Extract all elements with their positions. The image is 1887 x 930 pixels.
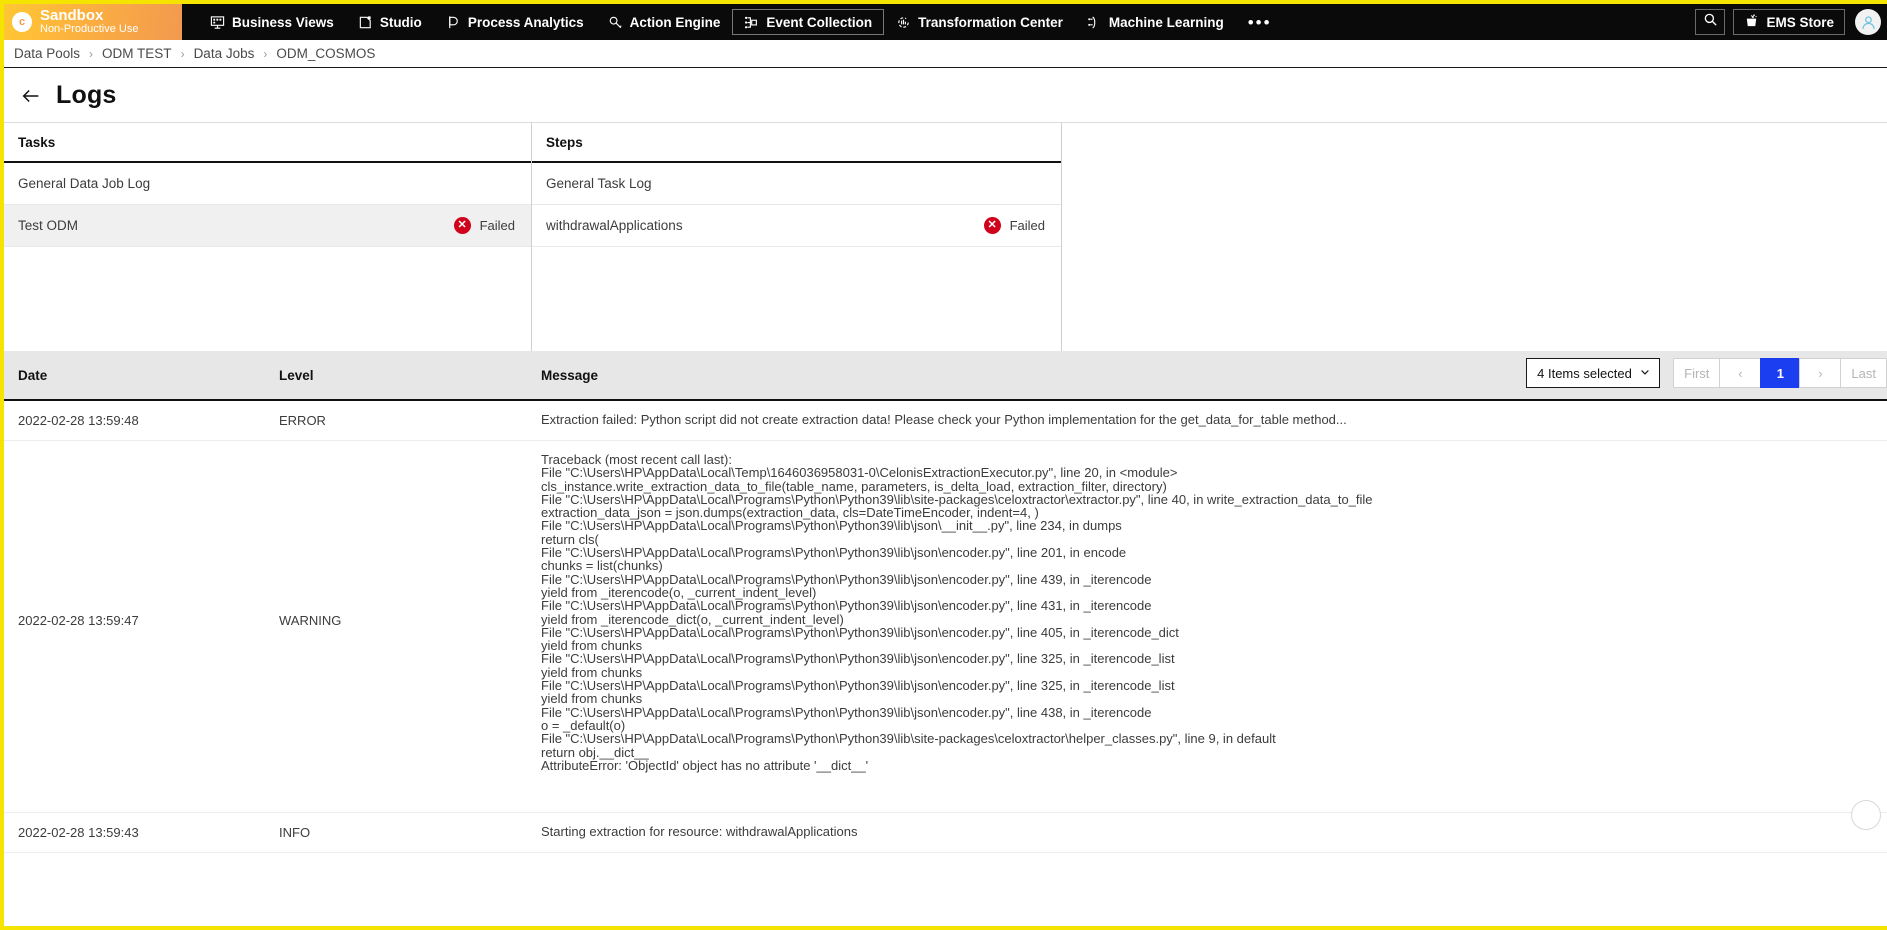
nav-right-cluster: EMS Store — [1695, 4, 1887, 40]
step-row-withdrawal-applications[interactable]: withdrawalApplications ✕ Failed — [532, 205, 1061, 247]
ems-store-button[interactable]: EMS Store — [1733, 9, 1845, 35]
search-icon — [1703, 12, 1718, 32]
nav-overflow-button[interactable]: ••• — [1236, 14, 1284, 31]
celonis-logo-icon: c — [12, 12, 32, 32]
status-label: Failed — [479, 218, 515, 233]
brand-title: Sandbox — [40, 7, 104, 25]
task-row-label: Test ODM — [18, 218, 79, 233]
breadcrumb-separator: › — [180, 46, 185, 61]
nav-item-event-collection[interactable]: Event Collection — [732, 9, 885, 35]
breadcrumb-item-data-pools[interactable]: Data Pools — [14, 46, 80, 61]
chevron-down-icon — [1639, 366, 1651, 381]
log-message: Starting extraction for resource: withdr… — [541, 824, 858, 839]
step-row-label: withdrawalApplications — [546, 218, 683, 233]
page-title: Logs — [56, 81, 117, 109]
nav-item-label: Event Collection — [766, 14, 873, 30]
nav-item-label: Business Views — [232, 14, 334, 30]
page-frame-left — [0, 0, 4, 930]
details-pane-empty — [1062, 123, 1887, 351]
log-level: ERROR — [279, 413, 326, 428]
breadcrumb-separator: › — [263, 46, 268, 61]
process-analytics-icon — [446, 15, 461, 30]
items-selected-value: 4 Items selected — [1537, 365, 1632, 381]
nav-item-process-analytics[interactable]: Process Analytics — [434, 9, 596, 35]
log-date: 2022-02-28 13:59:48 — [18, 413, 139, 428]
pagination-page-1-button[interactable]: 1 — [1760, 358, 1801, 388]
user-avatar[interactable] — [1855, 9, 1881, 35]
task-row-label: General Data Job Log — [18, 176, 151, 191]
page-frame-bottom — [0, 926, 1887, 930]
step-row-label: General Task Log — [546, 176, 652, 191]
status-label: Failed — [1009, 218, 1045, 233]
scroll-indicator[interactable] — [1851, 800, 1881, 830]
page-header: Logs — [4, 69, 1887, 123]
nav-item-label: Action Engine — [629, 14, 721, 30]
log-message: Traceback (most recent call last): File … — [541, 452, 1373, 773]
nav-item-business-views[interactable]: Business Views — [198, 9, 346, 35]
status-badge: ✕ Failed — [983, 217, 1045, 234]
page-frame-top — [0, 0, 1887, 4]
brand-subtitle: Non-Productive Use — [40, 23, 139, 36]
pagination-last-button[interactable]: Last — [1840, 358, 1887, 388]
task-row-test-odm[interactable]: Test ODM ✕ Failed — [4, 205, 531, 247]
breadcrumb-item-data-jobs[interactable]: Data Jobs — [194, 46, 255, 61]
top-navigation-bar: c Sandbox Non-Productive Use Business Vi… — [0, 4, 1887, 40]
log-date: 2022-02-28 13:59:43 — [18, 825, 139, 840]
arrow-left-icon[interactable] — [20, 85, 42, 107]
log-level: WARNING — [279, 613, 342, 628]
log-table-header: Date Level Message 4 Items selected Firs… — [4, 351, 1887, 401]
nav-item-label: Process Analytics — [467, 14, 584, 30]
items-selected-dropdown[interactable]: 4 Items selected — [1526, 358, 1661, 388]
pagination-first-button[interactable]: First — [1673, 358, 1721, 388]
log-message: Extraction failed: Python script did not… — [541, 412, 1347, 427]
nav-item-machine-learning[interactable]: Machine Learning — [1075, 9, 1236, 35]
pagination-controls: 4 Items selected First ‹ 1 › Last — [1526, 358, 1887, 388]
column-header-date[interactable]: Date — [4, 368, 279, 383]
ems-store-label: EMS Store — [1766, 14, 1834, 30]
nav-item-transformation-center[interactable]: Transformation Center — [884, 9, 1075, 35]
pagination-prev-button[interactable]: ‹ — [1719, 358, 1762, 388]
task-row-general-data-job-log[interactable]: General Data Job Log — [4, 163, 531, 205]
log-level: INFO — [279, 825, 311, 840]
failed-icon: ✕ — [983, 217, 1001, 234]
log-table: Date Level Message 4 Items selected Firs… — [4, 351, 1887, 926]
column-header-level[interactable]: Level — [279, 368, 541, 383]
step-row-general-task-log[interactable]: General Task Log — [532, 163, 1061, 205]
task-step-panes: Tasks General Data Job Log Test ODM ✕ Fa… — [4, 123, 1887, 351]
action-engine-icon — [608, 15, 623, 30]
nav-item-action-engine[interactable]: Action Engine — [596, 9, 733, 35]
log-date: 2022-02-28 13:59:47 — [18, 613, 139, 628]
failed-icon: ✕ — [453, 217, 471, 234]
nav-item-label: Machine Learning — [1108, 14, 1224, 30]
brand-sandbox-badge[interactable]: c Sandbox Non-Productive Use — [0, 4, 182, 40]
status-badge: ✕ Failed — [453, 217, 515, 234]
store-icon — [1744, 13, 1759, 31]
log-table-row[interactable]: 2022-02-28 13:59:47 WARNING Traceback (m… — [4, 441, 1887, 813]
studio-icon — [358, 15, 373, 30]
steps-pane: Steps General Task Log withdrawalApplica… — [532, 123, 1062, 351]
transformation-center-icon — [896, 15, 911, 30]
breadcrumb-item-odm-cosmos[interactable]: ODM_COSMOS — [276, 46, 375, 61]
machine-learning-icon — [1087, 15, 1102, 30]
steps-pane-header: Steps — [532, 123, 1061, 163]
pagination-next-button[interactable]: › — [1799, 358, 1842, 388]
breadcrumb-separator: › — [89, 46, 94, 61]
tasks-pane-header: Tasks — [4, 123, 531, 163]
nav-items: Business Views Studio Process Analytics — [198, 4, 1284, 40]
brand-text: Sandbox Non-Productive Use — [40, 8, 138, 35]
nav-item-label: Studio — [379, 14, 422, 30]
nav-item-label: Transformation Center — [918, 14, 1063, 30]
business-views-icon — [210, 15, 225, 30]
tasks-pane: Tasks General Data Job Log Test ODM ✕ Fa… — [4, 123, 532, 351]
log-table-row[interactable]: 2022-02-28 13:59:43 INFO Starting extrac… — [4, 813, 1887, 853]
search-button[interactable] — [1695, 9, 1726, 35]
log-table-row[interactable]: 2022-02-28 13:59:48 ERROR Extraction fai… — [4, 401, 1887, 441]
event-collection-icon — [744, 15, 759, 30]
breadcrumb-item-odm-test[interactable]: ODM TEST — [102, 46, 172, 61]
nav-item-studio[interactable]: Studio — [346, 9, 434, 35]
breadcrumb: Data Pools › ODM TEST › Data Jobs › ODM_… — [4, 40, 1887, 68]
